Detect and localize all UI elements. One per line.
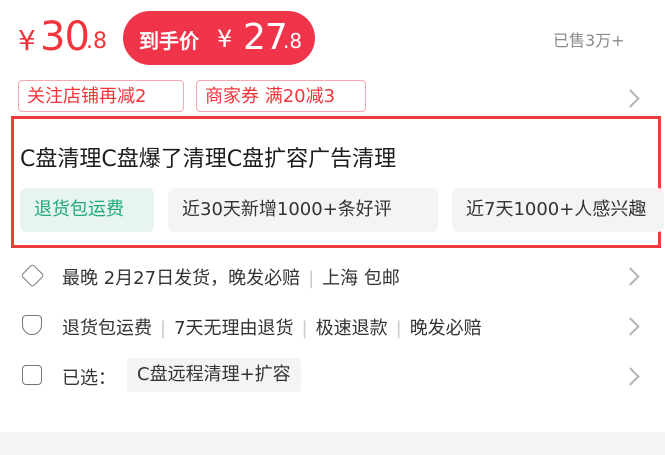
section-divider [0, 432, 665, 455]
final-price-currency: ¥ [217, 25, 233, 53]
final-price-label: 到手价 [139, 29, 199, 53]
shipping-row[interactable]: 最晚 2月27日发货，晚发必赔 | 上海 包邮 [62, 264, 400, 290]
shipping-chevron-right-icon[interactable] [621, 267, 640, 286]
final-price-decimal: .8 [283, 29, 303, 53]
guarantee-chevron-right-icon[interactable] [621, 317, 640, 336]
shipping-info: 最晚 2月27日发货，晚发必赔 [62, 268, 301, 289]
selection-chevron-right-icon[interactable] [621, 367, 640, 386]
selected-option[interactable]: C盘远程清理+扩容 [127, 358, 301, 392]
price-currency: ¥ [18, 24, 36, 57]
coupon-chevron-right-icon[interactable] [621, 89, 640, 108]
price-decimal: .8 [86, 29, 107, 54]
tag-new-reviews: 近30天新增1000+条好评 [168, 188, 438, 232]
tag-return-shipping: 退货包运费 [20, 188, 154, 232]
tag-interested: 近7天1000+人感兴趣 [452, 188, 664, 232]
guarantee-item: 退货包运费 [62, 318, 152, 339]
product-title: C盘清理C盘爆了清理C盘扩容广告清理 [20, 147, 397, 172]
shield-icon [22, 315, 42, 335]
guarantee-item: 7天无理由退货 [174, 318, 294, 339]
cart-icon [22, 365, 42, 385]
package-icon [20, 263, 45, 288]
sold-count: 已售3万+ [553, 31, 625, 50]
guarantee-row[interactable]: 退货包运费 | 7天无理由退货 | 极速退款 | 晚发必赔 [62, 314, 482, 340]
coupon-follow-store[interactable]: 关注店铺再减2 [18, 80, 184, 112]
selection-label: 已选： [62, 368, 116, 389]
final-price-badge: 到手价 ¥ 27 .8 [123, 11, 315, 65]
final-price-integer: 27 [243, 17, 288, 58]
coupon-merchant[interactable]: 商家券 满20减3 [196, 80, 366, 112]
guarantee-item: 极速退款 [315, 318, 388, 339]
guarantee-item: 晚发必赔 [409, 318, 482, 339]
price-integer: 30 [40, 14, 90, 60]
shipping-origin: 上海 包邮 [322, 268, 400, 289]
